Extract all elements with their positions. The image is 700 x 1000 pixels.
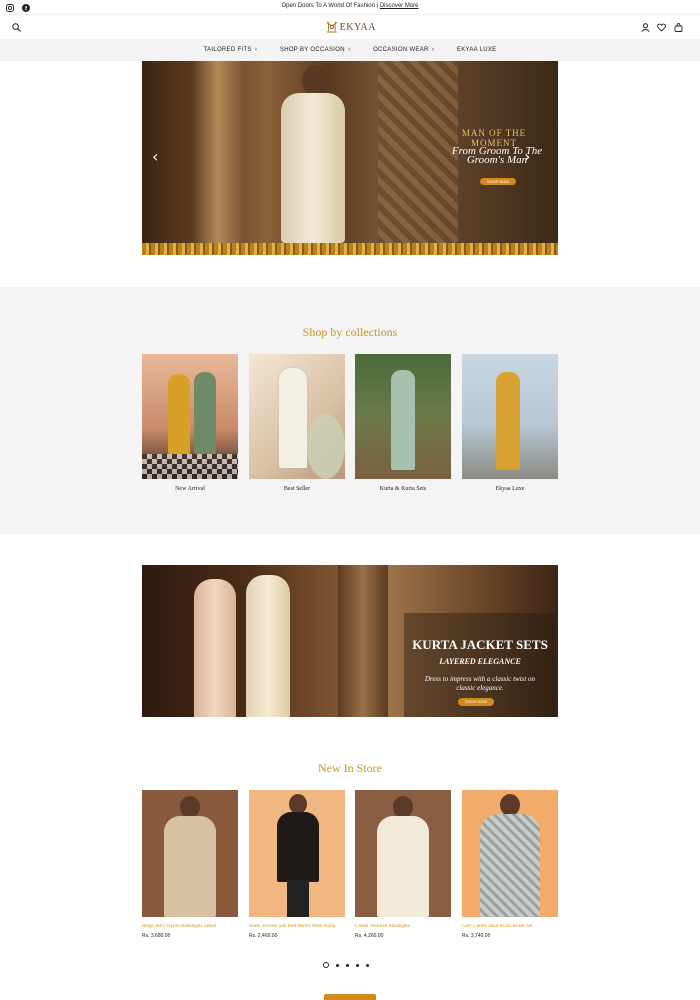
collection-card-new-arrival[interactable]: New Arrival <box>142 354 238 492</box>
collection-label: Ekyaa Luxe <box>495 486 525 492</box>
model-sherwani <box>281 93 345 243</box>
model-two <box>246 575 290 717</box>
promo-shop-now-button[interactable]: SHOP NOW <box>458 698 494 706</box>
product-name: Cream Textured Bandhgala <box>355 924 410 929</box>
pagination-dot[interactable] <box>346 963 349 967</box>
new-in-store-title: New In Store <box>318 761 382 775</box>
site-header: EKYAA <box>0 15 700 39</box>
product-card[interactable]: Grey Cotton Ikkat Kurta Jacket Set Rs. 3… <box>462 790 558 939</box>
nav-item-shop-by-occasion[interactable]: SHOP BY OCCASION ˅ <box>280 47 351 53</box>
product-image <box>355 790 451 917</box>
product-price: Rs. 3,680.00 <box>142 933 171 939</box>
product-price: Rs. 4,260.00 <box>355 933 384 939</box>
nav-item-ekyaa-luxe[interactable]: EKYAA LUXE <box>457 47 497 53</box>
collection-image <box>142 354 238 479</box>
pagination-dot[interactable] <box>366 963 369 967</box>
product-image <box>462 790 558 917</box>
carved-pillar <box>192 61 244 243</box>
nav-item-tailored-fits[interactable]: TAILORED FITS ˅ <box>204 47 258 53</box>
product-image <box>249 790 345 917</box>
stone-pillar <box>338 565 388 717</box>
hero-subtitle: From Groom To The Groom's Man <box>451 145 543 166</box>
product-card[interactable]: Cream Textured Bandhgala Rs. 4,260.00 <box>355 790 451 939</box>
collections-section: Shop by collections New Arrival Best Sel… <box>0 287 700 534</box>
announcement-text: Open Doors To A World Of Fashion | Disco… <box>0 3 700 9</box>
product-name: Grey Cotton Ikkat Kurta Jacket Set <box>462 924 533 929</box>
collection-image <box>355 354 451 479</box>
brand-logo[interactable]: EKYAA <box>326 17 376 37</box>
collections-title: Shop by collections <box>302 325 398 339</box>
account-icon[interactable] <box>640 22 650 32</box>
main-navigation: TAILORED FITS ˅ SHOP BY OCCASION ˅ OCCAS… <box>0 39 700 61</box>
search-icon[interactable] <box>11 22 21 32</box>
announcement-bar: f Open Doors To A World Of Fashion | Dis… <box>0 0 700 15</box>
cart-icon[interactable] <box>673 22 683 32</box>
collection-card-best-seller[interactable]: Best Seller <box>249 354 345 492</box>
chevron-down-icon: ˅ <box>347 47 352 53</box>
chevron-down-icon: ˅ <box>431 47 435 53</box>
pagination-dot[interactable] <box>336 963 339 967</box>
product-price: Rs. 3,740.00 <box>462 933 491 939</box>
nav-item-label: OCCASION WEAR <box>373 47 429 53</box>
product-card[interactable]: Beige Terry Rayon Bandhgala Jacket Rs. 3… <box>142 790 238 939</box>
nav-item-label: SHOP BY OCCASION <box>279 47 345 53</box>
hero-slider[interactable]: ‹ › MAN OF THE MOMENT From Groom To The … <box>142 61 558 255</box>
hero-shop-now-button[interactable]: SHOP NOW <box>480 178 516 185</box>
promo-banner[interactable]: KURTA JACKET SETS LAYERED ELEGANCE Dress… <box>142 565 558 717</box>
discover-more-link[interactable]: Discover More <box>380 3 419 9</box>
collection-card-kurta-sets[interactable]: Kurta & Kurta Sets <box>355 354 451 492</box>
promo-subtitle: LAYERED ELEGANCE <box>439 657 521 666</box>
collection-image <box>462 354 558 479</box>
nav-item-label: TAILORED FITS <box>203 47 252 53</box>
carousel-pagination <box>323 962 369 968</box>
collection-label: New Arrival <box>175 486 205 492</box>
model-one <box>194 579 236 717</box>
announcement-message: Open Doors To A World Of Fashion | <box>281 3 379 9</box>
decorative-border <box>142 243 558 255</box>
chevron-down-icon: ˅ <box>254 47 258 53</box>
pagination-dot[interactable] <box>356 963 359 967</box>
slider-prev-arrow-icon[interactable]: ‹ <box>152 149 162 165</box>
collection-label: Best Seller <box>283 486 311 492</box>
product-card[interactable]: Black Viscose Silk Red Mirror Work Kurta… <box>249 790 345 939</box>
brand-name: EKYAA <box>339 21 376 33</box>
view-all-button[interactable] <box>324 994 376 1000</box>
product-name: Black Viscose Silk Red Mirror Work Kurta <box>249 924 336 929</box>
product-name: Beige Terry Rayon Bandhgala Jacket <box>142 924 217 929</box>
nav-item-occasion-wear[interactable]: OCCASION WEAR ˅ <box>373 47 435 53</box>
product-image <box>142 790 238 917</box>
logo-emblem-icon <box>326 21 338 33</box>
product-price: Rs. 2,469.00 <box>249 933 278 939</box>
wishlist-icon[interactable] <box>656 22 666 32</box>
pagination-dot[interactable] <box>323 962 329 968</box>
promo-title: KURTA JACKET SETS <box>412 637 548 652</box>
collection-card-ekyaa-luxe[interactable]: Ekyaa Luxe <box>462 354 558 492</box>
nav-item-label: EKYAA LUXE <box>456 47 497 53</box>
collection-label: Kurta & Kurta Sets <box>379 486 427 492</box>
model-head <box>302 65 328 95</box>
collection-image <box>249 354 345 479</box>
promo-description: Dress to impress with a classic twist on… <box>424 675 536 692</box>
